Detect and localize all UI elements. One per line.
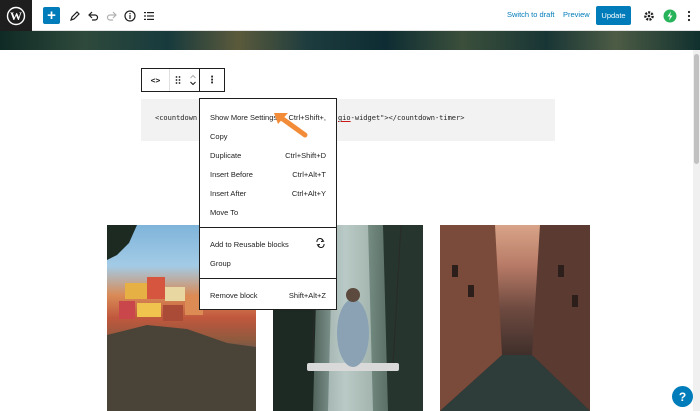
plugin-bolt-icon[interactable] [661, 7, 679, 24]
menu-item-label: Group [210, 258, 231, 268]
menu-item-label: Show More Settings [210, 112, 278, 122]
more-options-icon[interactable] [680, 7, 698, 24]
scrollbar-thumb[interactable] [694, 54, 699, 164]
menu-item-label: Copy [210, 131, 228, 141]
menu-item-shortcut: Ctrl+Alt+T [292, 169, 326, 179]
menu-item-label: Move To [210, 207, 239, 217]
menu-item-duplicate[interactable]: Duplicate Ctrl+Shift+D [210, 149, 326, 161]
menu-divider [200, 278, 336, 279]
menu-item-remove-block[interactable]: Remove block Shift+Alt+Z [210, 289, 326, 301]
menu-item-label: Add to Reusable blocks [210, 239, 289, 249]
add-block-icon: + [47, 7, 56, 24]
wordpress-logo-icon[interactable]: W [0, 0, 32, 31]
code-block-icon[interactable]: <> [142, 69, 170, 91]
menu-item-insert-after[interactable]: Insert After Ctrl+Alt+Y [210, 187, 326, 199]
menu-item-move-to[interactable]: Move To [210, 206, 326, 218]
menu-item-add-to-reusable-blocks[interactable]: Add to Reusable blocks [210, 237, 326, 250]
help-button[interactable]: ? [672, 386, 693, 407]
menu-item-shortcut: Ctrl+Alt+Y [291, 188, 326, 198]
menu-item-label: Duplicate [210, 150, 242, 160]
menu-item-shortcut: Shift+Alt+Z [288, 290, 326, 300]
menu-item-insert-before[interactable]: Insert Before Ctrl+Alt+T [210, 168, 326, 180]
svg-text:W: W [10, 9, 22, 23]
block-toolbar: <> ⋮ [141, 68, 225, 92]
preview-link[interactable]: Preview [563, 10, 590, 19]
menu-item-label: Insert After [210, 188, 247, 198]
menu-item-group[interactable]: Group [210, 257, 326, 269]
block-options-menu: Show More Settings Ctrl+Shift+, Copy Dup… [199, 98, 337, 310]
code-text-right: gio-widget"></countdown-timer> [338, 114, 465, 122]
pencil-icon[interactable] [66, 7, 84, 24]
menu-item-label: Remove block [210, 290, 258, 300]
cover-image [0, 31, 700, 50]
settings-gear-icon[interactable] [640, 7, 658, 24]
menu-item-label: Insert Before [210, 169, 253, 179]
update-button[interactable]: Update [596, 6, 631, 25]
spellcheck-underline: gio [338, 114, 351, 122]
reusable-block-icon [315, 237, 326, 250]
list-view-icon[interactable] [140, 7, 158, 24]
drag-handle-icon[interactable] [170, 69, 186, 91]
undo-icon[interactable] [84, 7, 102, 24]
editor-top-toolbar: W + Switch to draft Preview Update [0, 0, 700, 31]
code-text-left: <countdown [155, 114, 198, 122]
switch-to-draft-link[interactable]: Switch to draft [507, 10, 555, 19]
move-up-down-icon[interactable] [186, 69, 200, 91]
gallery-image-venice-canal[interactable] [440, 225, 590, 411]
add-block-button[interactable]: + [43, 7, 60, 24]
block-options-icon[interactable]: ⋮ [200, 69, 224, 91]
info-icon[interactable] [121, 7, 139, 24]
scrollbar[interactable] [693, 50, 700, 411]
menu-item-shortcut: Ctrl+Shift+D [285, 150, 326, 160]
redo-icon[interactable] [103, 7, 121, 24]
menu-divider [200, 227, 336, 228]
annotation-arrow-icon [274, 113, 308, 138]
